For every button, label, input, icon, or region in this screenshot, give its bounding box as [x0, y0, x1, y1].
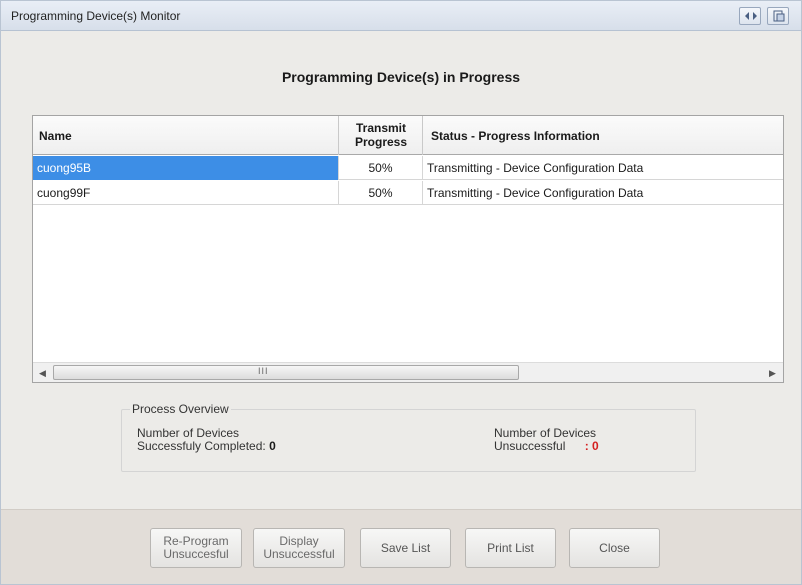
devices-table: Name Transmit Progress Status - Progress…	[32, 115, 784, 383]
pin-icon	[773, 10, 785, 22]
resize-arrows-icon	[745, 12, 757, 20]
display-unsuccessful-button[interactable]: Display Unsuccessful	[253, 528, 345, 568]
unsuccessful-count: Number of Devices Unsuccessful : 0	[494, 426, 599, 453]
horizontal-scrollbar[interactable]: ◀ III ▶	[33, 362, 783, 382]
scroll-left-icon[interactable]: ◀	[39, 368, 46, 379]
completed-value: 0	[269, 439, 276, 453]
resize-button[interactable]	[739, 7, 761, 25]
column-header-name[interactable]: Name	[33, 116, 339, 155]
table-header: Name Transmit Progress Status - Progress…	[33, 116, 783, 155]
table-row[interactable]: cuong95B 50% Transmitting - Device Confi…	[33, 156, 783, 180]
transmit-progress-cell: 50%	[339, 181, 423, 205]
reprogram-unsuccessful-button[interactable]: Re-Program Unsuccesful	[150, 528, 242, 568]
table-row[interactable]: cuong99F 50% Transmitting - Device Confi…	[33, 181, 783, 205]
window-title: Programming Device(s) Monitor	[11, 9, 181, 23]
close-button[interactable]: Close	[569, 528, 660, 568]
transmit-progress-cell: 50%	[339, 156, 423, 180]
title-bar: Programming Device(s) Monitor	[1, 1, 801, 31]
scroll-right-icon[interactable]: ▶	[769, 368, 776, 379]
pin-button[interactable]	[767, 7, 789, 25]
scrollbar-thumb[interactable]: III	[53, 365, 519, 380]
save-list-button[interactable]: Save List	[360, 528, 451, 568]
process-overview-group: Process Overview Number of Devices Succe…	[121, 402, 696, 472]
device-name-cell[interactable]: cuong99F	[33, 181, 339, 205]
page-heading: Programming Device(s) in Progress	[281, 69, 521, 85]
device-name-cell[interactable]: cuong95B	[33, 156, 339, 180]
column-header-transmit-progress[interactable]: Transmit Progress	[339, 116, 423, 155]
print-list-button[interactable]: Print List	[465, 528, 556, 568]
programming-monitor-window: Programming Device(s) Monitor Programmin…	[0, 0, 802, 585]
process-overview-legend: Process Overview	[130, 402, 231, 416]
unsuccessful-value: : 0	[584, 439, 599, 453]
column-header-status[interactable]: Status - Progress Information	[423, 116, 783, 155]
status-cell: Transmitting - Device Configuration Data	[427, 186, 644, 200]
status-cell: Transmitting - Device Configuration Data	[427, 161, 644, 175]
completed-count: Number of Devices Successfuly Completed:…	[137, 426, 276, 453]
button-bar: Re-Program Unsuccesful Display Unsuccess…	[1, 509, 801, 584]
scroll-grip-icon: III	[258, 366, 269, 376]
